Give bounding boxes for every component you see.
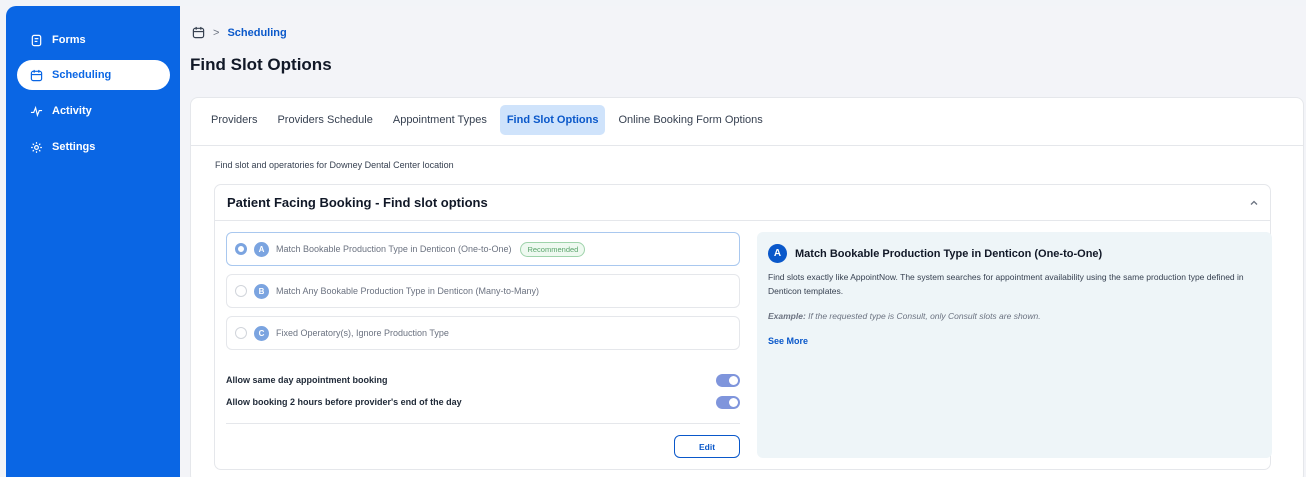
sidebar-item-settings[interactable]: Settings [17, 132, 170, 162]
chevron-up-icon[interactable] [1249, 198, 1259, 208]
radio-button[interactable] [235, 243, 247, 255]
sidebar-item-label: Activity [52, 105, 92, 117]
option-letter: C [254, 325, 269, 341]
info-description: Find slots exactly like AppointNow. The … [768, 272, 1244, 296]
end-of-day-booking-toggle[interactable] [716, 395, 740, 409]
tab-find-slot-options[interactable]: Find Slot Options [499, 105, 606, 135]
option-label: Match Any Bookable Production Type in De… [276, 286, 539, 296]
breadcrumb: > Scheduling [192, 26, 287, 39]
calendar-icon [192, 26, 205, 39]
see-more-link[interactable]: See More [768, 336, 808, 346]
edit-button[interactable]: Edit [674, 435, 740, 458]
option-letter: B [254, 283, 269, 299]
sidebar-item-activity[interactable]: Activity [17, 96, 170, 126]
toggle-knob [729, 397, 738, 407]
tab-providers[interactable]: Providers [204, 105, 264, 135]
divider [226, 423, 740, 424]
example-label: Example: [768, 311, 806, 321]
info-title: Match Bookable Production Type in Dentic… [795, 247, 1103, 260]
option-b[interactable]: B Match Any Bookable Production Type in … [226, 274, 740, 308]
sidebar-item-forms[interactable]: Forms [17, 25, 170, 55]
sidebar: Forms Scheduling Activity Settings [6, 6, 180, 477]
tabs-divider [191, 145, 1303, 146]
option-info-box: A Match Bookable Production Type in Dent… [757, 232, 1272, 458]
breadcrumb-current[interactable]: Scheduling [227, 27, 286, 39]
end-of-day-booking-row: Allow booking 2 hours before provider's … [226, 394, 740, 410]
find-slot-panel: Patient Facing Booking - Find slot optio… [214, 184, 1272, 470]
sidebar-item-label: Scheduling [52, 69, 112, 81]
info-letter: A [768, 244, 787, 263]
main-content: > Scheduling Find Slot Options Providers… [180, 6, 1306, 477]
page-title: Find Slot Options [190, 55, 332, 74]
toggle-label: Allow booking 2 hours before provider's … [226, 397, 462, 407]
recommended-badge: Recommended [520, 241, 586, 257]
example-text: If the requested type is Consult, only C… [808, 311, 1041, 321]
tab-online-booking-form-options[interactable]: Online Booking Form Options [611, 105, 769, 135]
same-day-booking-row: Allow same day appointment booking [226, 372, 740, 388]
option-label: Fixed Operatory(s), Ignore Production Ty… [276, 328, 449, 338]
option-c[interactable]: C Fixed Operatory(s), Ignore Production … [226, 316, 740, 350]
panel-title: Patient Facing Booking - Find slot optio… [227, 195, 488, 210]
option-a[interactable]: A Match Bookable Production Type in Dent… [226, 232, 740, 266]
panel-header[interactable]: Patient Facing Booking - Find slot optio… [215, 185, 1270, 221]
breadcrumb-separator: > [213, 26, 220, 39]
radio-button[interactable] [235, 285, 247, 297]
option-letter: A [254, 241, 269, 257]
info-header: A Match Bookable Production Type in Dent… [768, 244, 1102, 263]
sidebar-item-label: Settings [52, 141, 96, 153]
sidebar-item-scheduling[interactable]: Scheduling [17, 60, 170, 90]
form-icon [31, 34, 42, 46]
radio-button[interactable] [235, 327, 247, 339]
toggle-knob [729, 375, 738, 385]
tab-bar: Providers Providers Schedule Appointment… [204, 105, 776, 135]
activity-icon [30, 105, 43, 117]
info-example: Example: If the requested type is Consul… [768, 311, 1041, 321]
toggle-label: Allow same day appointment booking [226, 375, 388, 385]
location-description: Find slot and operatories for Downey Den… [215, 160, 454, 170]
tab-providers-schedule[interactable]: Providers Schedule [270, 105, 379, 135]
sidebar-item-label: Forms [52, 34, 86, 46]
tab-appointment-types[interactable]: Appointment Types [386, 105, 494, 135]
calendar-icon [30, 69, 43, 81]
same-day-booking-toggle[interactable] [716, 373, 740, 387]
content-card: Providers Providers Schedule Appointment… [190, 97, 1304, 477]
gear-icon [31, 141, 42, 153]
option-label: Match Bookable Production Type in Dentic… [276, 244, 512, 254]
